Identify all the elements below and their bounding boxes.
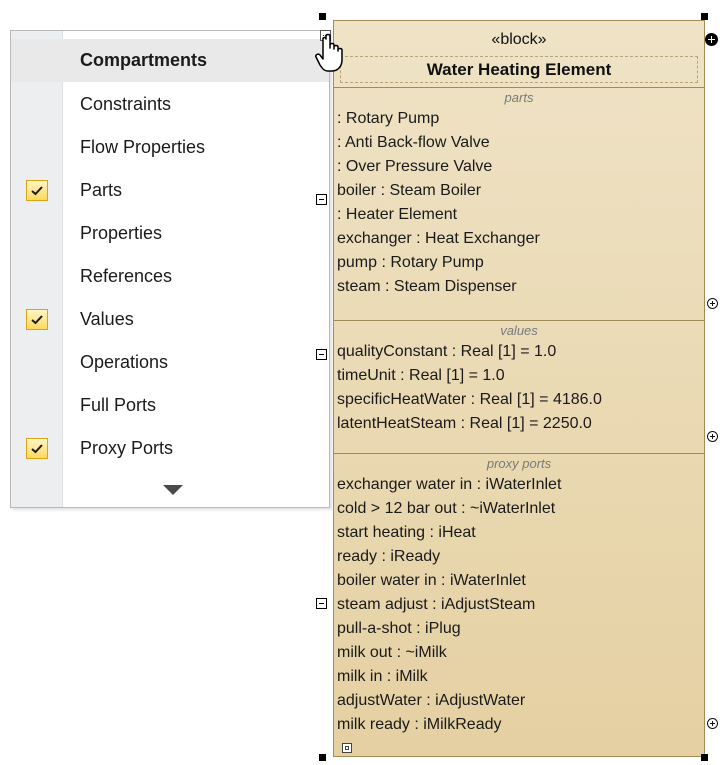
values-compartment[interactable]: values qualityConstant : Real [1] = 1.0 …: [334, 321, 704, 454]
collapse-values-icon[interactable]: [316, 349, 327, 360]
selection-handle-bottom-right[interactable]: [701, 754, 708, 761]
hand-pointer-icon: [314, 33, 348, 73]
proxy-port-row[interactable]: cold > 12 bar out : ~iWaterInlet: [334, 497, 704, 521]
add-element-icon[interactable]: [705, 33, 718, 46]
menu-item-label: Proxy Ports: [80, 438, 174, 458]
part-row[interactable]: boiler : Steam Boiler: [334, 179, 704, 203]
compartment-title: parts: [504, 90, 534, 105]
proxy-port-row[interactable]: ready : iReady: [334, 545, 704, 569]
menu-item-properties[interactable]: Properties: [11, 212, 329, 255]
add-parts-icon[interactable]: [707, 298, 718, 309]
proxy-port-row[interactable]: exchanger water in : iWaterInlet: [334, 473, 704, 497]
menu-item-values[interactable]: Values: [11, 298, 329, 341]
part-row[interactable]: pump : Rotary Pump: [334, 251, 704, 275]
collapse-proxy-ports-icon[interactable]: [316, 598, 327, 609]
menu-item-full-ports[interactable]: Full Ports: [11, 384, 329, 427]
part-row[interactable]: : Rotary Pump: [334, 107, 704, 131]
menu-item-label: Operations: [80, 352, 169, 372]
parts-compartment[interactable]: parts : Rotary Pump : Anti Back-flow Val…: [334, 88, 704, 321]
menu-item-label: Values: [80, 309, 134, 329]
block-stereotype: «block»: [491, 31, 547, 48]
menu-item-label: Properties: [80, 223, 163, 243]
menu-item-operations[interactable]: Operations: [11, 341, 329, 384]
proxy-port-row[interactable]: steam adjust : iAdjustSteam: [334, 593, 704, 617]
menu-item-proxy-ports[interactable]: Proxy Ports: [11, 427, 329, 470]
selection-handle-bottom-left[interactable]: [319, 754, 326, 761]
proxy-port-row[interactable]: milk out : ~iMilk: [334, 641, 704, 665]
proxy-port-row[interactable]: pull-a-shot : iPlug: [334, 617, 704, 641]
block-name[interactable]: Water Heating Element: [340, 56, 698, 83]
check-icon: [26, 309, 48, 330]
proxy-port-row[interactable]: milk ready : iMilkReady: [334, 713, 704, 737]
compartments-menu: Compartments Constraints Flow Properties…: [10, 30, 330, 508]
menu-item-label: Parts: [80, 180, 123, 200]
menu-item-label: Flow Properties: [80, 137, 206, 157]
check-icon: [26, 180, 48, 201]
block-header: «block» Water Heating Element: [334, 21, 704, 88]
menu-item-label: Full Ports: [80, 395, 157, 415]
menu-header-label: Compartments: [80, 50, 208, 70]
part-row[interactable]: : Anti Back-flow Valve: [334, 131, 704, 155]
compartment-title: values: [500, 323, 538, 338]
water-heating-element-block[interactable]: «block» Water Heating Element parts : Ro…: [333, 20, 705, 757]
value-row[interactable]: qualityConstant : Real [1] = 1.0: [334, 340, 704, 364]
proxy-ports-compartment[interactable]: proxy ports exchanger water in : iWaterI…: [334, 454, 704, 756]
value-row[interactable]: timeUnit : Real [1] = 1.0: [334, 364, 704, 388]
check-icon: [26, 438, 48, 459]
part-row[interactable]: : Over Pressure Valve: [334, 155, 704, 179]
triangle-down-icon[interactable]: [160, 483, 186, 497]
menu-item-constraints[interactable]: Constraints: [11, 83, 329, 126]
add-values-icon[interactable]: [707, 431, 718, 442]
selection-handle-top-left[interactable]: [319, 13, 326, 20]
proxy-port-row[interactable]: adjustWater : iAdjustWater: [334, 689, 704, 713]
menu-item-label: Constraints: [80, 94, 172, 114]
proxy-port-row[interactable]: start heating : iHeat: [334, 521, 704, 545]
expand-corner-icon[interactable]: [342, 743, 352, 753]
menu-header-compartments: Compartments: [11, 39, 329, 82]
menu-item-flow-properties[interactable]: Flow Properties: [11, 126, 329, 169]
value-row[interactable]: specificHeatWater : Real [1] = 4186.0: [334, 388, 704, 412]
part-row[interactable]: exchanger : Heat Exchanger: [334, 227, 704, 251]
proxy-port-row[interactable]: milk in : iMilk: [334, 665, 704, 689]
part-row[interactable]: : Heater Element: [334, 203, 704, 227]
part-row[interactable]: steam : Steam Dispenser: [334, 275, 704, 299]
proxy-port-row[interactable]: boiler water in : iWaterInlet: [334, 569, 704, 593]
value-row[interactable]: latentHeatSteam : Real [1] = 2250.0: [334, 412, 704, 436]
selection-handle-top-right[interactable]: [701, 13, 708, 20]
collapse-parts-icon[interactable]: [316, 194, 327, 205]
menu-item-parts[interactable]: Parts: [11, 169, 329, 212]
compartment-title: proxy ports: [486, 456, 552, 471]
menu-item-label: References: [80, 266, 173, 286]
add-proxy-port-icon[interactable]: [707, 718, 718, 729]
menu-item-references[interactable]: References: [11, 255, 329, 298]
